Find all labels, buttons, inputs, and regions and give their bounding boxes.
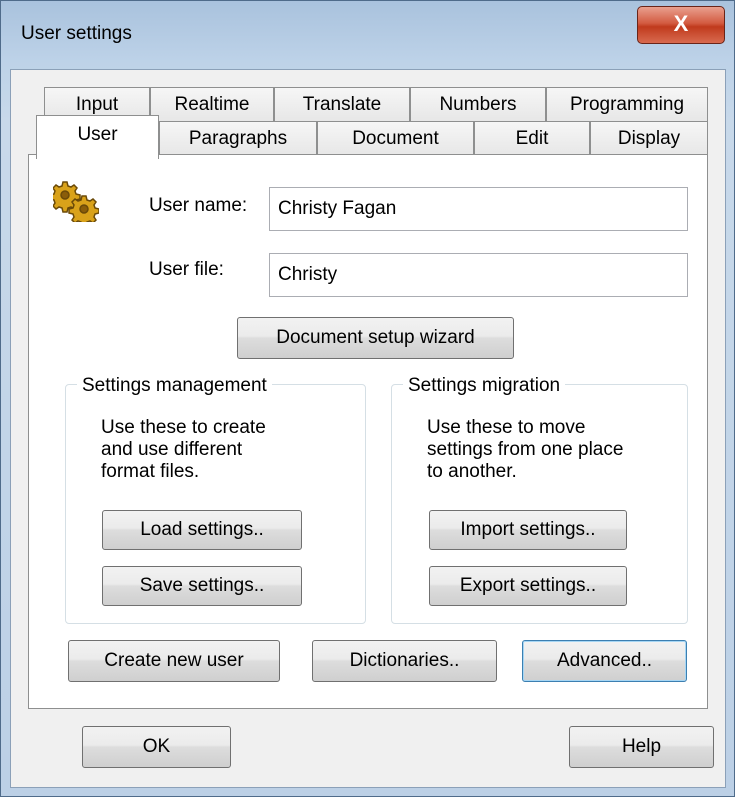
tab-numbers[interactable]: Numbers — [410, 87, 546, 123]
tab-display[interactable]: Display — [590, 121, 708, 157]
export-settings-button[interactable]: Export settings.. — [429, 566, 627, 606]
gear-user-icon — [53, 181, 99, 222]
user-file-field[interactable]: Christy — [269, 253, 688, 297]
desc-line: to another. — [427, 461, 517, 482]
desc-line: Use these to move — [427, 417, 586, 438]
desc-line: settings from one place — [427, 439, 624, 460]
help-button[interactable]: Help — [569, 726, 714, 768]
close-button[interactable]: X — [637, 6, 725, 44]
tab-edit[interactable]: Edit — [474, 121, 590, 157]
advanced-button[interactable]: Advanced.. — [522, 640, 687, 682]
user-file-label: User file: — [149, 259, 224, 280]
settings-migration-description: Use these to move settings from one plac… — [427, 417, 623, 483]
user-settings-window: User settings X Input Realtime Translate… — [0, 0, 735, 797]
title-bar[interactable]: User settings X — [1, 1, 734, 71]
document-setup-wizard-button[interactable]: Document setup wizard — [237, 317, 514, 359]
window-title: User settings — [21, 23, 132, 44]
create-new-user-button[interactable]: Create new user — [68, 640, 280, 682]
load-settings-button[interactable]: Load settings.. — [102, 510, 302, 550]
user-name-field[interactable]: Christy Fagan — [269, 187, 688, 231]
user-name-label: User name: — [149, 195, 248, 216]
tab-user[interactable]: User — [36, 115, 159, 159]
tab-translate[interactable]: Translate — [274, 87, 410, 123]
import-settings-button[interactable]: Import settings.. — [429, 510, 627, 550]
ok-button[interactable]: OK — [82, 726, 231, 768]
desc-line: format files. — [101, 461, 200, 482]
tab-programming[interactable]: Programming — [546, 87, 708, 123]
settings-management-description: Use these to create and use different fo… — [101, 417, 266, 483]
tab-paragraphs[interactable]: Paragraphs — [159, 121, 317, 157]
desc-line: Use these to create — [101, 417, 266, 438]
settings-migration-title: Settings migration — [403, 375, 566, 397]
desc-line: and use different — [101, 439, 243, 460]
settings-management-title: Settings management — [77, 375, 272, 397]
save-settings-button[interactable]: Save settings.. — [102, 566, 302, 606]
tab-document[interactable]: Document — [317, 121, 474, 157]
tab-realtime[interactable]: Realtime — [150, 87, 274, 123]
dictionaries-button[interactable]: Dictionaries.. — [312, 640, 497, 682]
